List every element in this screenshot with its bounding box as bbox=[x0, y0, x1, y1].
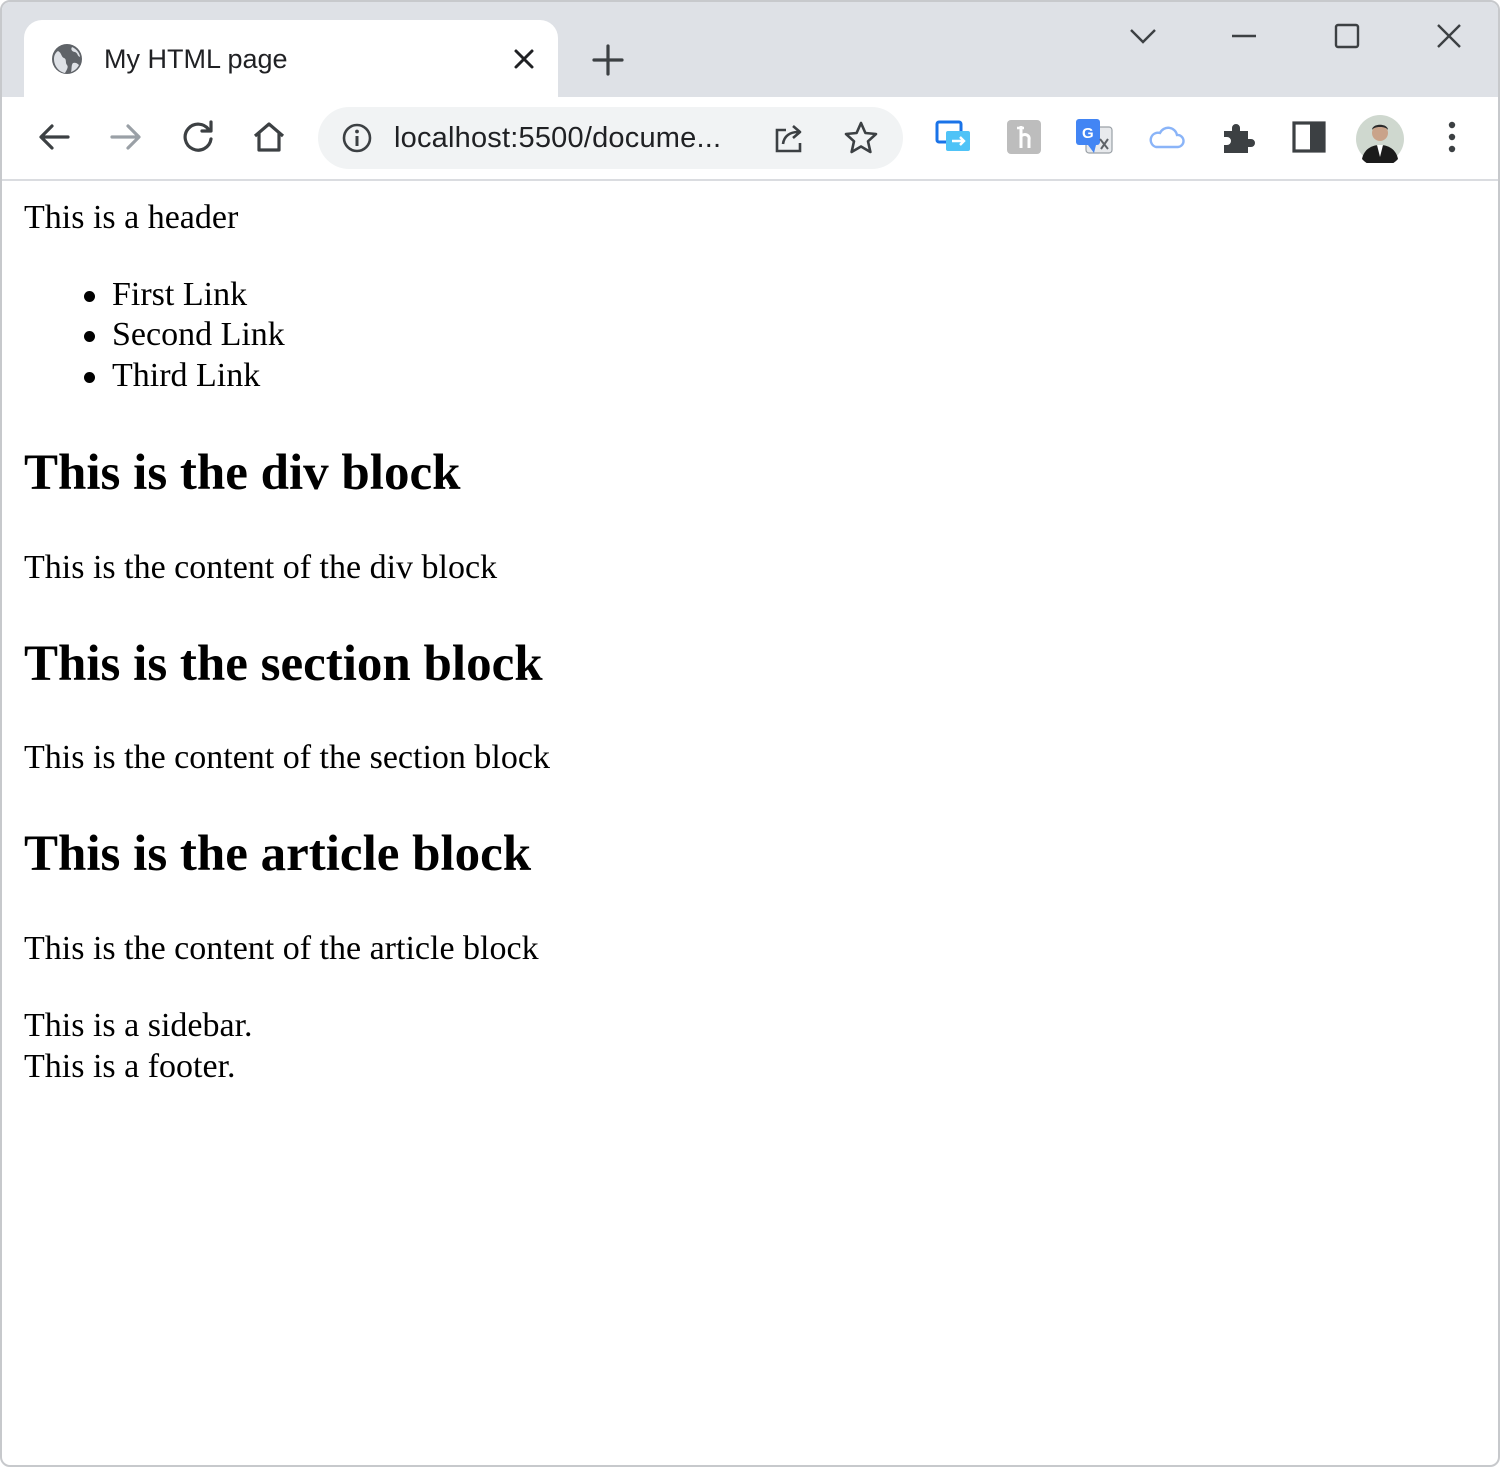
google-translate-icon[interactable]: G bbox=[1074, 117, 1114, 157]
tab-strip: My HTML page bbox=[2, 2, 1498, 97]
chevron-down-icon[interactable] bbox=[1123, 16, 1163, 56]
article-heading: This is the article block bbox=[24, 826, 532, 882]
gray-extension-icon[interactable] bbox=[1004, 117, 1044, 157]
page-content: This is a header First Link Second Link … bbox=[2, 181, 1498, 1465]
browser-window: My HTML page localhost:5500/docume... G … bbox=[0, 0, 1500, 1467]
star-icon[interactable] bbox=[842, 119, 880, 157]
reload-icon[interactable] bbox=[178, 117, 218, 157]
screen-share-extension-icon[interactable] bbox=[934, 117, 974, 157]
globe-icon bbox=[50, 42, 84, 76]
div-content: This is the content of the div block bbox=[24, 549, 498, 586]
sidebar-text: This is a sidebar. bbox=[24, 1007, 253, 1044]
cloud-icon[interactable] bbox=[1146, 117, 1186, 157]
section-content: This is the content of the section block bbox=[24, 739, 550, 776]
tab-title: My HTML page bbox=[104, 44, 288, 74]
side-panel-icon[interactable] bbox=[1289, 117, 1329, 157]
nav-link-third[interactable]: Third Link bbox=[112, 356, 260, 396]
plus-icon[interactable] bbox=[590, 42, 626, 78]
bullet bbox=[84, 291, 95, 302]
close-icon[interactable] bbox=[1429, 16, 1469, 56]
page-header: This is a header bbox=[24, 199, 239, 236]
section-heading: This is the section block bbox=[24, 636, 543, 692]
arrow-right-icon[interactable] bbox=[106, 117, 146, 157]
article-content: This is the content of the article block bbox=[24, 930, 539, 967]
profile-avatar[interactable] bbox=[1356, 115, 1404, 163]
info-icon[interactable] bbox=[340, 121, 374, 155]
maximize-icon[interactable] bbox=[1327, 16, 1367, 56]
kebab-menu-icon[interactable] bbox=[1432, 117, 1472, 157]
minimize-icon[interactable] bbox=[1224, 16, 1264, 56]
close-icon[interactable] bbox=[507, 42, 541, 76]
share-icon[interactable] bbox=[770, 119, 808, 157]
div-heading: This is the div block bbox=[24, 445, 461, 501]
browser-toolbar: localhost:5500/docume... G bbox=[2, 97, 1498, 181]
home-icon[interactable] bbox=[249, 117, 289, 157]
puzzle-extensions-icon[interactable] bbox=[1218, 117, 1258, 157]
bullet bbox=[84, 331, 95, 342]
arrow-left-icon[interactable] bbox=[34, 117, 74, 157]
nav-link-second[interactable]: Second Link bbox=[112, 315, 285, 355]
footer-text: This is a footer. bbox=[24, 1048, 236, 1085]
url-text: localhost:5500/docume... bbox=[394, 122, 722, 154]
browser-tab[interactable]: My HTML page bbox=[24, 20, 558, 97]
nav-link-first[interactable]: First Link bbox=[112, 275, 247, 315]
bullet bbox=[84, 372, 95, 383]
address-bar[interactable]: localhost:5500/docume... bbox=[318, 107, 903, 169]
svg-text:G: G bbox=[1082, 125, 1094, 142]
